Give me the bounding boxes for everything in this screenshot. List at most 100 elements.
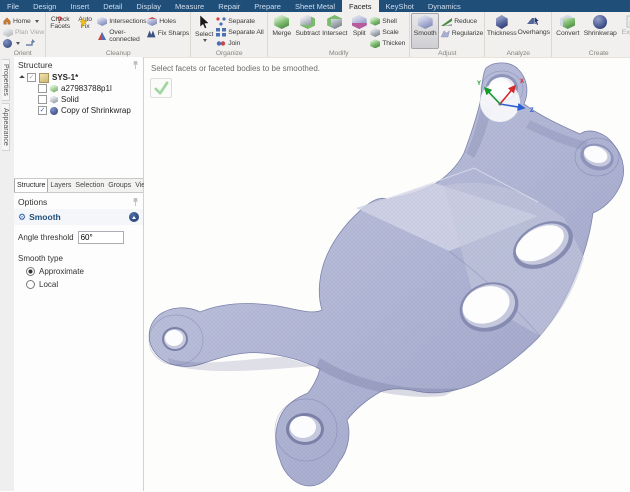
checkbox-root[interactable]: ✓ — [27, 73, 36, 82]
convert-button[interactable]: Convert — [553, 13, 582, 49]
home-button[interactable]: Home — [3, 16, 44, 26]
thicken-button[interactable]: Thicken — [370, 39, 408, 49]
join-icon — [216, 39, 226, 48]
axis-z-label: Z — [530, 108, 534, 114]
shrinkwrap-button[interactable]: Shrinkwrap — [582, 13, 618, 49]
group-label-orient: Orient — [0, 50, 45, 57]
separate-icon — [216, 17, 226, 26]
fix-sharps-button[interactable]: Fix Sharps — [147, 28, 189, 39]
checkbox-shrinkwrap[interactable]: ✓ — [38, 106, 47, 115]
tab-detail[interactable]: Detail — [96, 0, 129, 12]
design-canvas[interactable]: Select facets or faceted bodies to be sm… — [144, 57, 630, 492]
3d-viewport[interactable]: Y X Z — [144, 58, 630, 492]
join-button[interactable]: Join — [216, 39, 266, 49]
pin-icon[interactable] — [132, 61, 139, 69]
regularize-button[interactable]: Regularize — [441, 28, 483, 39]
check-facets-button[interactable]: ? Check Facets — [47, 13, 73, 49]
home-icon — [3, 17, 11, 25]
merge-button[interactable]: Merge — [269, 13, 294, 49]
thickness-icon — [496, 15, 508, 29]
expander-icon[interactable] — [19, 75, 25, 81]
group-label-organize: Organize — [191, 50, 267, 57]
export-button[interactable]: Export — [618, 13, 630, 49]
tree-row-child[interactable]: ✓ Copy of Shrinkwrap — [20, 105, 143, 116]
solid-body-icon — [50, 96, 58, 104]
tree-row-child[interactable]: Solid — [20, 94, 143, 105]
shrinkwrap-body-icon — [50, 107, 58, 115]
fix-sharps-icon — [147, 29, 156, 38]
smooth-icon — [418, 15, 433, 29]
plan-view-button[interactable]: Plan View — [3, 27, 44, 37]
tab-insert[interactable]: Insert — [63, 0, 96, 12]
shell-button[interactable]: Shell — [370, 16, 408, 26]
split-button[interactable]: Split — [348, 13, 370, 49]
checkbox-body1[interactable] — [38, 84, 47, 93]
overhangs-button[interactable]: Overhangs — [517, 13, 550, 49]
subtract-button[interactable]: Subtract — [294, 13, 321, 49]
tree-row-root[interactable]: ✓ SYS-1* — [20, 72, 143, 83]
holes-icon — [147, 17, 157, 26]
tab-keyshot[interactable]: KeyShot — [379, 0, 421, 12]
tab-design[interactable]: Design — [26, 0, 63, 12]
panel-tab-structure[interactable]: Structure — [14, 179, 48, 192]
tab-file[interactable]: File — [0, 0, 26, 12]
options-header: Options — [14, 193, 143, 209]
panel-tab-groups[interactable]: Groups — [106, 179, 133, 192]
tab-dynamics[interactable]: Dynamics — [421, 0, 468, 12]
tab-facets[interactable]: Facets — [342, 0, 379, 12]
angle-threshold-input[interactable] — [78, 231, 124, 244]
checkbox-solid[interactable] — [38, 95, 47, 104]
side-tab-properties[interactable]: Properties — [2, 59, 10, 101]
options-panel: Options ⚙ Smooth Angle threshold Smooth … — [14, 193, 143, 289]
thickness-button[interactable]: Thickness — [486, 13, 517, 49]
smooth-type-label: Smooth type — [14, 246, 143, 263]
reduce-icon — [441, 18, 452, 26]
convert-icon — [560, 15, 575, 29]
radio-local[interactable]: Local — [14, 276, 143, 289]
tab-sheet-metal[interactable]: Sheet Metal — [288, 0, 342, 12]
thicken-icon — [370, 39, 380, 48]
options-title: Options — [18, 197, 47, 207]
group-label-analyze: Analyze — [485, 50, 551, 57]
model-hole-bottom — [286, 413, 324, 445]
panel-tab-selection[interactable]: Selection — [73, 179, 106, 192]
scale-button[interactable]: Scale — [370, 27, 408, 37]
tab-repair[interactable]: Repair — [211, 0, 247, 12]
radio-approximate[interactable]: Approximate — [14, 263, 143, 276]
structure-tree: ✓ SYS-1* a27983788p1l Solid ✓ Copy of Sh… — [14, 71, 143, 116]
smooth-button[interactable]: Smooth — [411, 13, 439, 49]
collapse-options-button[interactable] — [129, 212, 139, 222]
separate-button[interactable]: Separate — [216, 16, 266, 26]
sphere-icon — [3, 39, 12, 48]
tab-measure[interactable]: Measure — [168, 0, 211, 12]
caret-down-icon — [16, 42, 20, 45]
tab-prepare[interactable]: Prepare — [247, 0, 288, 12]
group-label-modify: Modify — [268, 50, 409, 57]
tab-display[interactable]: Display — [129, 0, 168, 12]
side-tab-appearance[interactable]: Appearance — [2, 103, 10, 151]
radio-icon — [26, 280, 35, 289]
shrinkwrap-icon — [593, 15, 607, 29]
intersect-button[interactable]: Intersect — [321, 13, 348, 49]
menu-bar: File Design Insert Detail Display Measur… — [0, 0, 630, 12]
group-label-adjust: Adjust — [410, 50, 484, 57]
facet-body-icon — [50, 85, 58, 93]
intersections-button[interactable]: Intersections — [97, 16, 147, 27]
shell-icon — [370, 17, 380, 26]
select-button[interactable]: Select — [192, 13, 216, 49]
group-adjust: Smooth Reduce Regularize Adjust — [410, 12, 485, 57]
holes-button[interactable]: Holes — [147, 16, 189, 27]
reduce-button[interactable]: Reduce — [441, 16, 483, 27]
separate-all-button[interactable]: Separate All — [216, 27, 266, 37]
pin-icon[interactable] — [132, 198, 139, 206]
auto-fix-button[interactable]: Auto Fix — [73, 13, 97, 49]
left-panel: Structure ✓ SYS-1* a27983788p1l Solid ✓ … — [14, 57, 144, 491]
structure-panel-header: Structure — [14, 57, 143, 71]
spaceclaim-window: { "menu": { "tabs": ["File","Design","In… — [0, 0, 630, 491]
panel-tab-layers[interactable]: Layers — [48, 179, 73, 192]
tree-row-child[interactable]: a27983788p1l — [20, 83, 143, 94]
cursor-icon — [198, 15, 210, 30]
side-tab-strip: Properties Appearance — [0, 57, 15, 491]
over-connected-button[interactable]: Over-connected — [97, 28, 147, 44]
spin-button[interactable] — [3, 39, 44, 49]
